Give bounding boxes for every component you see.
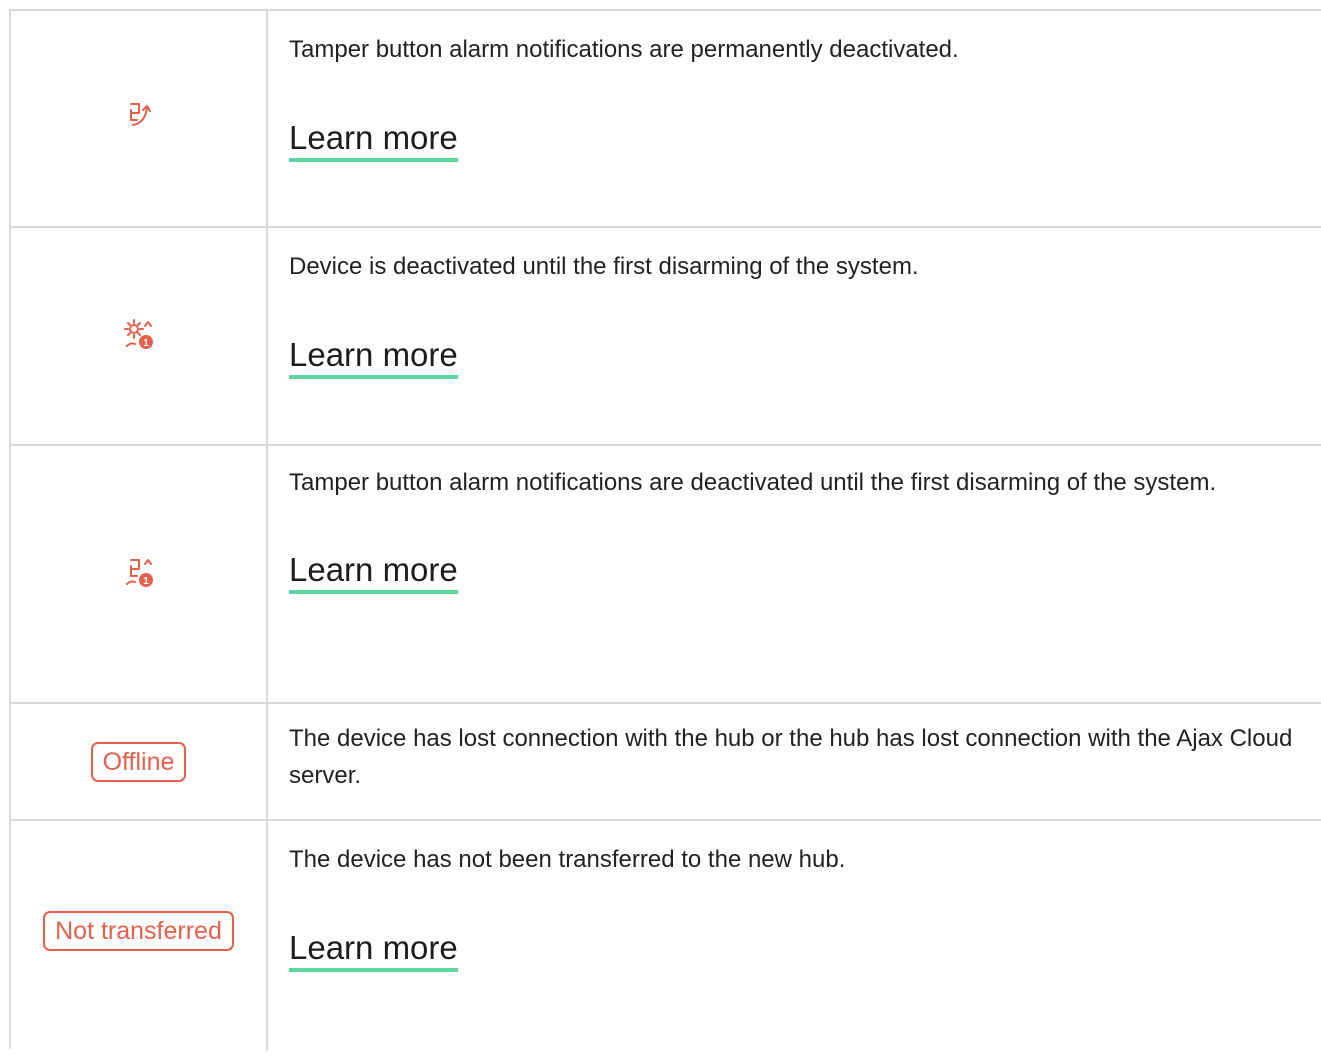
learn-more-link[interactable]: Learn more	[289, 550, 458, 594]
status-table: Tamper button alarm notifications are pe…	[9, 9, 1321, 1051]
text-cell: Device is deactivated until the first di…	[289, 248, 1309, 379]
table-row: Tamper button alarm notifications are pe…	[11, 11, 1321, 228]
table-row: Offline The device has lost connection w…	[11, 704, 1321, 821]
icon-cell: Not transferred	[11, 821, 266, 1041]
icon-cell	[11, 11, 266, 226]
text-cell: Tamper button alarm notifications are de…	[289, 464, 1309, 594]
learn-more-link[interactable]: Learn more	[289, 335, 458, 379]
row-description: The device has not been transferred to t…	[289, 846, 846, 873]
row-description: Device is deactivated until the first di…	[289, 253, 919, 280]
row-description: The device has lost connection with the …	[289, 725, 1293, 789]
icon-cell: Offline	[11, 704, 266, 819]
tamper-deactivated-until-disarm-icon: 1	[119, 552, 159, 597]
text-cell: Tamper button alarm notifications are pe…	[289, 31, 1309, 162]
tamper-deactivated-icon	[119, 96, 159, 141]
table-row: Not transferred The device has not been …	[11, 821, 1321, 1061]
icon-cell: 1	[11, 446, 266, 702]
row-description: Tamper button alarm notifications are pe…	[289, 36, 959, 63]
text-cell: The device has not been transferred to t…	[289, 841, 1309, 972]
status-badge: Offline	[90, 741, 187, 782]
table-row: 1 Tamper button alarm notifications are …	[11, 446, 1321, 704]
text-cell: The device has lost connection with the …	[289, 720, 1309, 794]
status-badge: Not transferred	[43, 911, 234, 951]
device-deactivated-until-disarm-icon: 1	[119, 314, 159, 359]
learn-more-link[interactable]: Learn more	[289, 118, 458, 162]
table-row: 1 Device is deactivated until the first …	[11, 228, 1321, 446]
row-description: Tamper button alarm notifications are de…	[289, 469, 1217, 496]
svg-text:1: 1	[143, 338, 149, 349]
learn-more-link[interactable]: Learn more	[289, 928, 458, 972]
svg-text:1: 1	[143, 576, 149, 587]
icon-cell: 1	[11, 228, 266, 444]
